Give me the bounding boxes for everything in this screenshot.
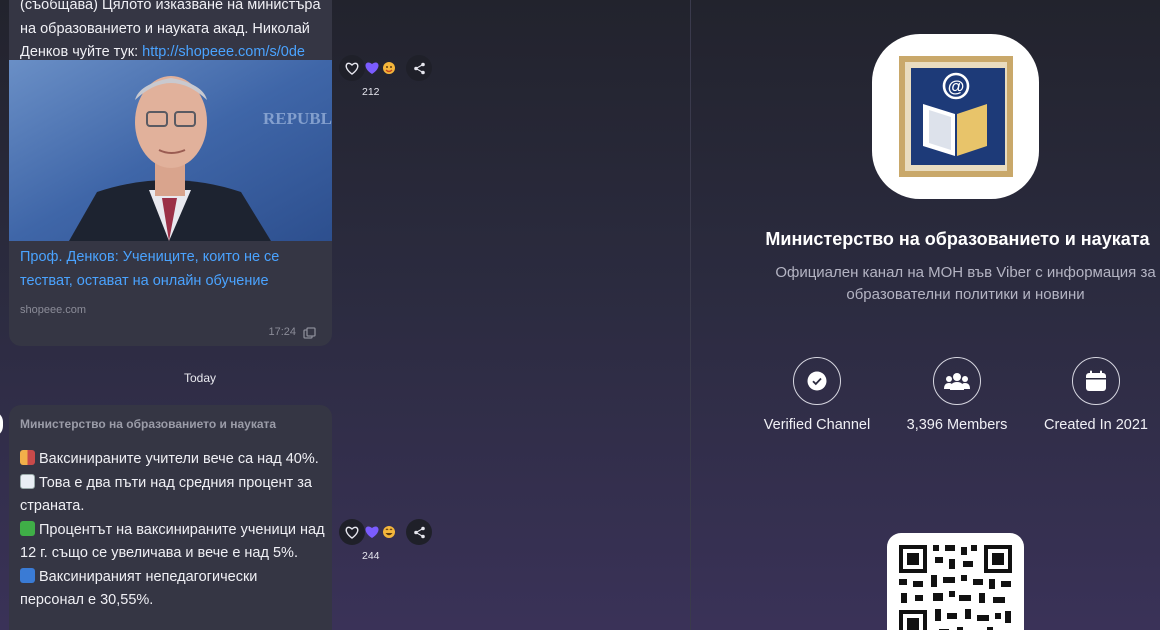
check-mark-emoji-icon	[20, 520, 35, 536]
stat-verified: Verified Channel	[737, 357, 897, 433]
stat-label: Created In 2021	[1044, 417, 1148, 433]
like-button[interactable]	[339, 55, 365, 81]
message-time: 17:24	[268, 326, 296, 338]
reaction-count: 212	[362, 86, 380, 98]
message-text: Ваксинираните учители вече са над 40%. Т…	[20, 450, 325, 608]
share-button[interactable]	[406, 55, 432, 81]
forward-icon[interactable]	[303, 327, 316, 340]
share-icon	[413, 62, 425, 74]
svg-text:@: @	[948, 77, 965, 96]
channel-name: Министерство на образованието и науката	[765, 229, 1150, 249]
backdrop-lettering: REPUBL Минист	[263, 109, 332, 128]
stat-members: 3,396 Members	[877, 357, 1037, 433]
link-preview-image[interactable]: REPUBL Минист	[9, 60, 332, 241]
channel-info-panel: @ Министерство на образованието и наукат…	[691, 0, 1160, 630]
message-feed: (съобщава) Цялото изказване на министъра…	[0, 0, 690, 630]
qr-code-icon	[899, 545, 1012, 630]
stat-label: 3,396 Members	[906, 417, 1008, 433]
link-preview-title[interactable]: Проф. Денков: Учениците, които не се тес…	[20, 246, 325, 293]
verified-icon	[807, 371, 827, 391]
arrow-right-emoji-icon	[20, 567, 35, 583]
share-icon	[413, 526, 425, 538]
reaction-count: 244	[362, 550, 380, 562]
channel-avatar: @	[872, 34, 1039, 199]
teacher-school-emoji-icon	[20, 450, 35, 465]
reaction-emojis	[365, 526, 395, 538]
date-separator: Today	[183, 371, 217, 385]
members-icon	[944, 373, 970, 390]
ministry-logo-icon: @	[899, 56, 1013, 177]
link-preview-domain: shopeee.com	[20, 304, 87, 316]
heart-icon	[345, 526, 359, 539]
calendar-icon	[1086, 370, 1106, 391]
heart-icon	[345, 62, 359, 75]
sender-avatar[interactable]	[0, 411, 3, 437]
message-bubble: Министерство на образованието и науката …	[9, 405, 332, 630]
portrait-photo: REPUBL Минист	[9, 60, 332, 241]
share-button[interactable]	[406, 519, 432, 545]
message-link[interactable]: http://shopeee.com/s/0de	[142, 44, 305, 60]
stat-created: Created In 2021	[1016, 357, 1160, 433]
channel-description: Официален канал на МОН във Viber с инфор…	[775, 264, 1156, 303]
reaction-emojis	[365, 62, 395, 74]
chart-emoji-icon	[20, 473, 35, 489]
message-text: (съобщава) Цялото изказване на министъра…	[20, 0, 321, 60]
stat-label: Verified Channel	[763, 417, 871, 433]
message-bubble: (съобщава) Цялото изказване на министъра…	[9, 0, 332, 346]
sender-name[interactable]: Министерство на образованието и науката	[20, 417, 276, 431]
qr-code-card[interactable]	[887, 533, 1024, 630]
like-button[interactable]	[339, 519, 365, 545]
